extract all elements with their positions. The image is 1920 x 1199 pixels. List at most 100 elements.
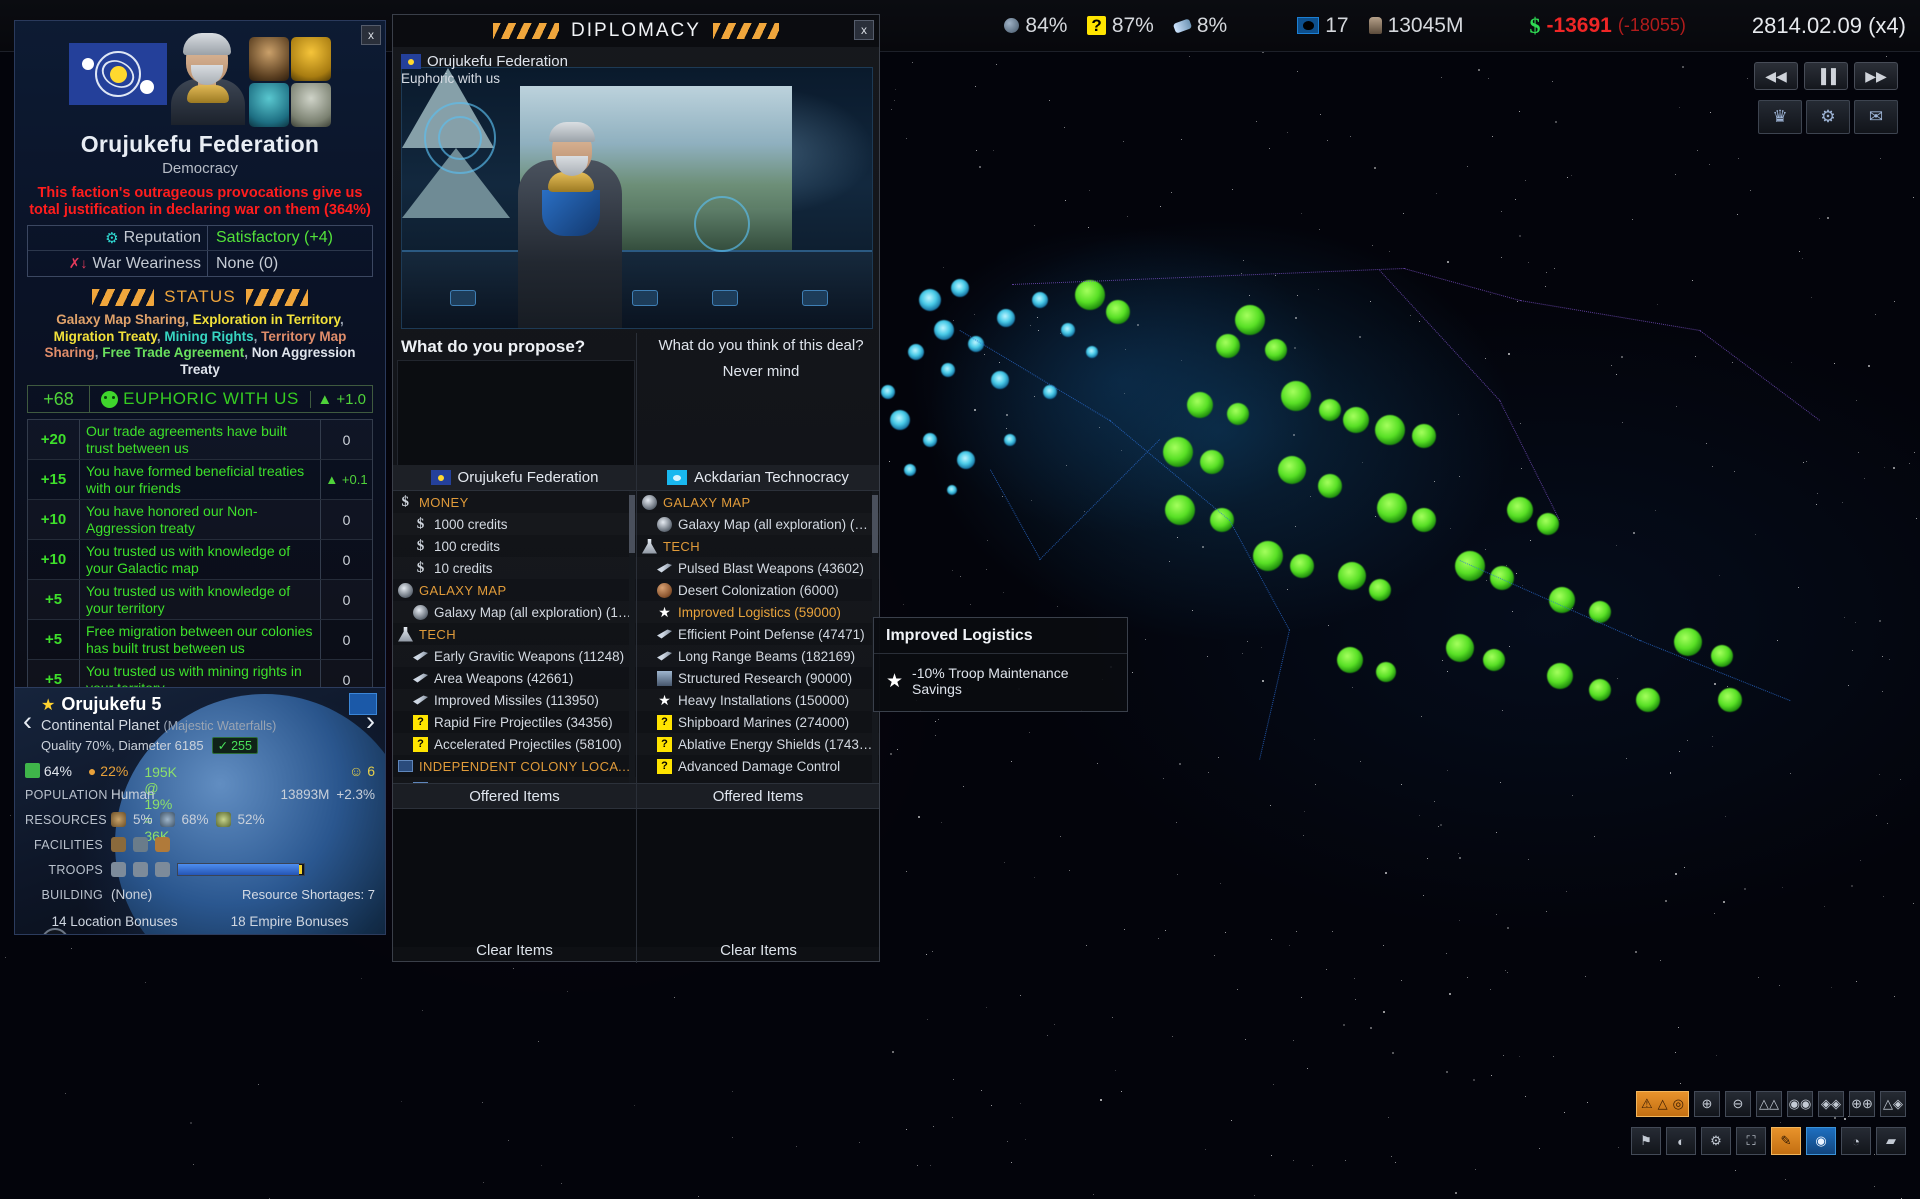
messages-icon[interactable]: ✉: [1854, 100, 1898, 134]
offer-item[interactable]: TECH: [393, 623, 636, 645]
map-alert-group[interactable]: ⚠ △ ◎: [1636, 1091, 1689, 1117]
offer-item[interactable]: Pulsed Blast Weapons (43602): [637, 557, 879, 579]
offer-item-label: TECH: [663, 539, 700, 554]
clear-items-right-button[interactable]: Clear Items: [637, 942, 880, 959]
money-icon: $: [398, 495, 413, 510]
offer-right-item-list[interactable]: GALAXY MAPGalaxy Map (all exploration) (…: [637, 491, 879, 783]
pie-button[interactable]: ◔: [1841, 1127, 1871, 1155]
offer-item[interactable]: ?Rapid Fire Projectiles (34356): [393, 711, 636, 733]
target-icon[interactable]: ◎: [1673, 1096, 1684, 1112]
offer-column-left: Orujukefu Federation $MONEY$1000 credits…: [393, 465, 636, 963]
filter-circles-button[interactable]: ◉◉: [1787, 1091, 1813, 1117]
offer-item[interactable]: INDEPENDENT COLONY LOCATIONS: [393, 755, 636, 777]
reputation-modifier-row[interactable]: +10You trusted us with knowledge of your…: [28, 540, 372, 580]
reputation-modifier-row[interactable]: +5You trusted us with mining rights in y…: [28, 660, 372, 688]
offer-item[interactable]: ?Shipboard Marines (274000): [637, 711, 879, 733]
fleets-button[interactable]: ⚑: [1631, 1127, 1661, 1155]
location-button[interactable]: ◉: [1806, 1127, 1836, 1155]
offer-item[interactable]: Improved Missiles (113950): [393, 689, 636, 711]
status-item: Exploration in Territory: [193, 312, 340, 327]
modifier-amount: +20: [28, 420, 80, 459]
reputation-modifier-list[interactable]: +20Our trade agreements have built trust…: [27, 419, 373, 688]
offer-item[interactable]: Area Weapons (42661): [393, 667, 636, 689]
close-icon[interactable]: x: [854, 20, 874, 40]
reputation-modifier-row[interactable]: +5You trusted us with knowledge of your …: [28, 580, 372, 620]
offer-item[interactable]: ?Accelerated Projectiles (58100): [393, 733, 636, 755]
offer-item[interactable]: Long Range Beams (182169): [637, 645, 879, 667]
offer-item[interactable]: $100 credits: [393, 535, 636, 557]
gear-icon[interactable]: ⚙: [41, 928, 69, 935]
resource-stats: 84% ? 87% 8% 17 13045M $ -13691 (-18055: [1004, 13, 1906, 39]
close-icon[interactable]: x: [361, 25, 381, 45]
reputation-modifier-row[interactable]: +20Our trade agreements have built trust…: [28, 420, 372, 460]
modifier-value: 0: [320, 580, 372, 619]
modifier-value: 0: [320, 660, 372, 688]
offer-item[interactable]: GALAXY MAP: [393, 579, 636, 601]
filter-diamonds-button[interactable]: ◈◈: [1818, 1091, 1844, 1117]
offer-item[interactable]: ?Advanced Damage Control: [637, 755, 879, 777]
status-header-label: STATUS: [164, 287, 236, 307]
offer-item[interactable]: Desert Colonization (6000): [637, 579, 879, 601]
offer-item[interactable]: ?Ablative Energy Shields (174375): [637, 733, 879, 755]
envoy-sash: [542, 190, 600, 236]
empire-bonuses[interactable]: 18 Empire Bonuses: [231, 914, 349, 929]
offer-item[interactable]: Galaxy Map (all exploration) (150): [393, 601, 636, 623]
stat-gravity: 8%: [1174, 14, 1227, 38]
offer-item[interactable]: Reveal independent colony: [393, 777, 636, 783]
hud-ring-2: [438, 116, 482, 160]
offer-item[interactable]: Galaxy Map (all exploration) (4500): [637, 513, 879, 535]
never-mind-button[interactable]: Never mind: [643, 363, 879, 380]
offer-item[interactable]: $10 credits: [393, 557, 636, 579]
filter-triangles-button[interactable]: △△: [1756, 1091, 1782, 1117]
stat-mood: ☺ 6: [349, 763, 375, 779]
clear-items-left-button[interactable]: Clear Items: [393, 942, 636, 959]
offer-item-label: Heavy Installations (150000): [678, 693, 849, 708]
offer-column-right: Ackdarian Technocracy GALAXY MAPGalaxy M…: [636, 465, 879, 963]
planet-quality-row: Quality 70%, Diameter 6185 ✓ 255: [15, 737, 385, 754]
offer-item[interactable]: GALAXY MAP: [637, 491, 879, 513]
fast-forward-button[interactable]: ▶▶: [1854, 62, 1898, 90]
map-zoom-toolbar[interactable]: ⚠ △ ◎ ⊕ ⊖ △△ ◉◉ ◈◈ ⊕⊕ △◈: [1636, 1087, 1906, 1121]
diplomacy-icon[interactable]: ♛: [1758, 100, 1802, 134]
rewind-button[interactable]: ◀◀: [1754, 62, 1798, 90]
war-weariness-icon: ✗↓: [69, 255, 88, 272]
network-icon[interactable]: ⚙: [1806, 100, 1850, 134]
select-button[interactable]: ✎: [1771, 1127, 1801, 1155]
offer-item[interactable]: $MONEY: [393, 491, 636, 513]
status-item: Galaxy Map Sharing: [56, 312, 185, 327]
empires-button[interactable]: ◐: [1666, 1127, 1696, 1155]
time-controls[interactable]: ◀◀ ▐▐ ▶▶: [1754, 62, 1898, 90]
offered-left-box[interactable]: [393, 809, 636, 947]
offer-item[interactable]: Efficient Point Defense (47471): [637, 623, 879, 645]
fullscreen-button[interactable]: ⛶: [1736, 1127, 1766, 1155]
offer-item[interactable]: Early Gravitic Weapons (11248): [393, 645, 636, 667]
offer-item-label: Long Range Beams (182169): [678, 649, 855, 664]
location-bonuses[interactable]: 14 Location Bonuses: [52, 914, 178, 929]
offer-item[interactable]: ★Heavy Installations (150000): [637, 689, 879, 711]
reputation-modifier-row[interactable]: +15You have formed beneficial treaties w…: [28, 460, 372, 500]
warning-icon[interactable]: ⚠: [1641, 1096, 1653, 1112]
reputation-modifier-row[interactable]: +10You have honored our Non-Aggression t…: [28, 500, 372, 540]
pause-button[interactable]: ▐▐: [1804, 62, 1848, 90]
offer-left-item-list[interactable]: $MONEY$1000 credits$100 credits$10 credi…: [393, 491, 636, 783]
construction-button[interactable]: ⚙: [1701, 1127, 1731, 1155]
building-value: (None): [111, 887, 152, 902]
offer-item[interactable]: $1000 credits: [393, 513, 636, 535]
zoom-in-button[interactable]: ⊕: [1694, 1091, 1720, 1117]
offer-item[interactable]: Structured Research (90000): [637, 667, 879, 689]
triangle-icon[interactable]: △: [1658, 1096, 1668, 1112]
planet-icon: [657, 583, 672, 598]
diplomacy-window: DIPLOMACY x Orujukefu Federation Euphori…: [392, 14, 880, 962]
zoom-mixed-button[interactable]: △◈: [1880, 1091, 1906, 1117]
map-tool-toolbar[interactable]: ⚑◐⚙⛶✎◉◔▰: [1631, 1127, 1906, 1161]
zoom-out-button[interactable]: ⊖: [1725, 1091, 1751, 1117]
offer-item[interactable]: ★Improved Logistics (59000): [637, 601, 879, 623]
offered-right-box[interactable]: [637, 809, 879, 947]
layers-button[interactable]: ▰: [1876, 1127, 1906, 1155]
reputation-modifier-row[interactable]: +5Free migration between our colonies ha…: [28, 620, 372, 660]
offer-item[interactable]: TECH: [637, 535, 879, 557]
proposal-box[interactable]: [397, 360, 635, 470]
zoom-extra-button[interactable]: ⊕⊕: [1849, 1091, 1875, 1117]
scrollbar-left[interactable]: [629, 491, 635, 783]
right-icon-bar[interactable]: ♛ ⚙ ✉: [1758, 100, 1898, 134]
